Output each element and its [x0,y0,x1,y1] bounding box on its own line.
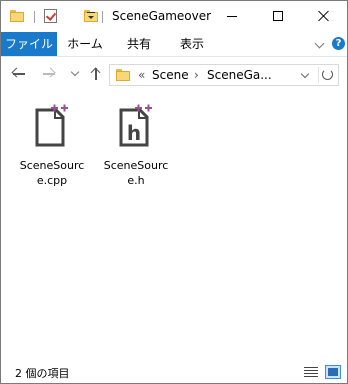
tab-view[interactable]: 表示 [169,32,215,56]
status-bar: 2 個の項目 [1,361,347,383]
ribbon-tabs: ファイル ホーム 共有 表示 ? [1,32,347,57]
help-icon[interactable]: ? [332,37,345,50]
back-arrow-icon[interactable] [11,66,27,82]
customize-quick-access-icon[interactable] [87,12,95,22]
minimize-button[interactable] [209,1,255,32]
recent-locations-chevron-icon[interactable] [70,67,80,77]
tab-file[interactable]: ファイル [1,32,57,56]
forward-arrow-icon[interactable] [41,66,57,82]
path-overflow-icon[interactable]: « [138,68,145,82]
h-file-icon: h [119,104,152,147]
expand-ribbon-icon[interactable] [314,38,325,49]
large-icons-view-icon[interactable] [325,365,341,379]
tab-home[interactable]: ホーム [61,32,109,56]
maximize-icon [273,11,283,21]
quick-access-separator [34,11,35,23]
folder-icon[interactable] [10,10,24,22]
breadcrumb-scene[interactable]: Scene [152,68,189,82]
item-count: 2 個の項目 [15,367,70,380]
breadcrumb-separator: › [194,68,199,82]
refresh-icon[interactable] [322,69,333,80]
file-item-cpp[interactable]: SceneSourc e.cpp [17,101,87,189]
close-icon [318,10,330,22]
title-separator [102,11,103,23]
minimize-icon [227,16,237,17]
maximize-button[interactable] [255,1,301,32]
h-file-letter: h [127,121,141,145]
address-bar[interactable]: « Scene › SceneGa... [109,64,339,86]
explorer-window: SceneGameover ファイル ホーム 共有 表示 ? « Scene ›… [0,0,348,384]
address-folder-icon [116,69,130,81]
properties-check-icon[interactable] [44,9,57,23]
window-title: SceneGameover [112,9,212,23]
cpp-file-icon [35,104,68,147]
details-view-icon[interactable] [304,367,318,378]
breadcrumb-scenegameover[interactable]: SceneGa... [207,68,272,82]
address-separator [318,67,319,83]
title-bar: SceneGameover [1,1,347,32]
close-button[interactable] [301,1,347,32]
navigation-bar: « Scene › SceneGa... [1,57,347,93]
tab-share[interactable]: 共有 [116,32,162,56]
file-item-h[interactable]: h SceneSourc e.h [101,101,171,189]
file-name-label: SceneSourc e.cpp [19,159,85,187]
address-dropdown-icon[interactable] [300,69,310,79]
file-name-label: SceneSourc e.h [103,159,169,187]
file-list: SceneSourc e.cpp h SceneSourc e.h [1,93,347,355]
up-arrow-icon[interactable] [88,66,104,82]
